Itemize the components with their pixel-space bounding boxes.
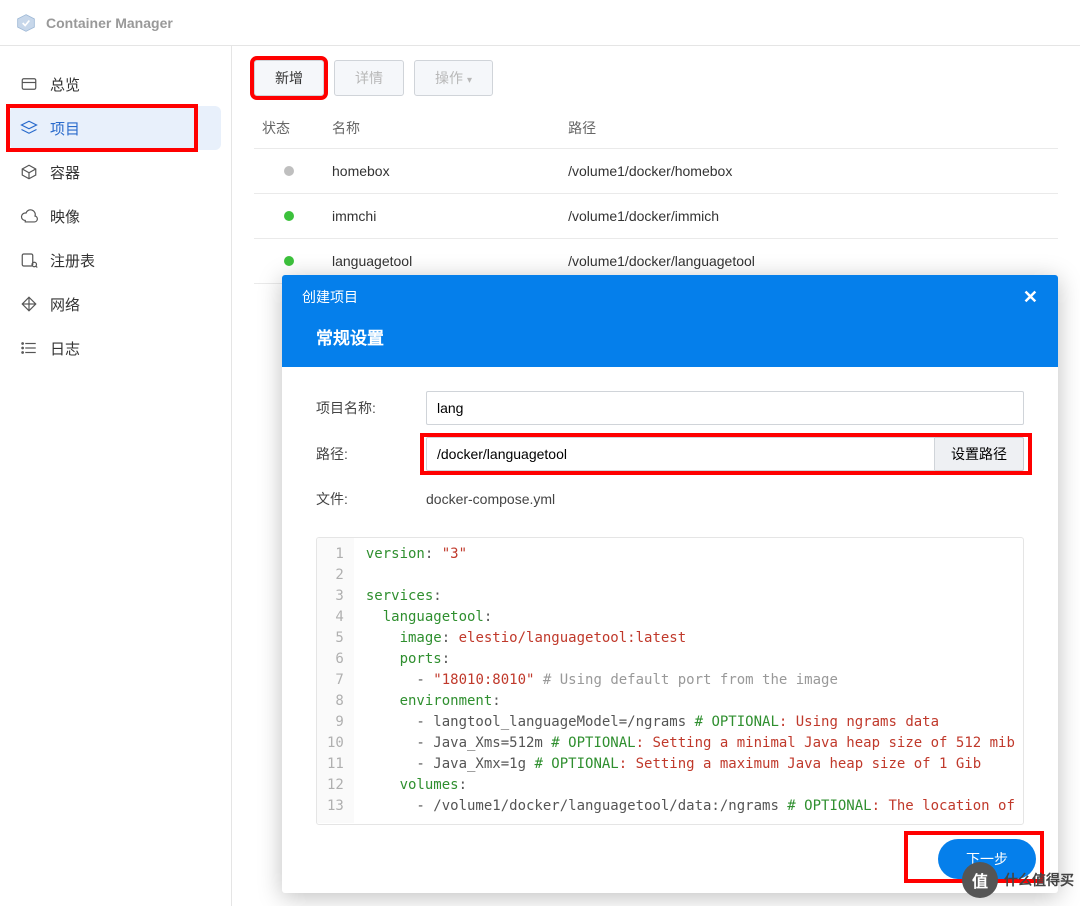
sidebar-item-registry[interactable]: 注册表 xyxy=(0,238,231,282)
col-status: 状态 xyxy=(254,108,324,149)
cell-name: homebox xyxy=(324,149,560,194)
watermark: 值 什么值得买 xyxy=(962,862,1074,898)
toolbar: 新增 详情 操作▾ xyxy=(254,60,1058,96)
list-icon xyxy=(20,339,38,357)
label-file: 文件: xyxy=(316,489,426,509)
watermark-badge: 值 xyxy=(962,862,998,898)
set-path-button[interactable]: 设置路径 xyxy=(935,437,1024,471)
app-title: Container Manager xyxy=(46,15,173,31)
sidebar-item-overview[interactable]: 总览 xyxy=(0,62,231,106)
sidebar-item-label: 映像 xyxy=(50,206,80,227)
yaml-editor[interactable]: 1 2 3 4 5 6 7 8 9 10 11 12 13 version: "… xyxy=(316,537,1024,825)
sidebar: 总览 项目 容器 映像 注册表 网络 日志 xyxy=(0,46,232,906)
sidebar-item-image[interactable]: 映像 xyxy=(0,194,231,238)
sidebar-item-project[interactable]: 项目 xyxy=(10,106,221,150)
sidebar-item-label: 注册表 xyxy=(50,250,95,271)
titlebar: Container Manager xyxy=(0,0,1080,46)
cell-name: immchi xyxy=(324,194,560,239)
label-project-name: 项目名称: xyxy=(316,398,426,418)
sidebar-item-label: 日志 xyxy=(50,338,80,359)
col-path: 路径 xyxy=(560,108,1058,149)
sidebar-item-label: 网络 xyxy=(50,294,80,315)
status-dot xyxy=(284,166,294,176)
sidebar-item-container[interactable]: 容器 xyxy=(0,150,231,194)
modal-title: 创建项目 xyxy=(302,287,358,308)
sidebar-item-log[interactable]: 日志 xyxy=(0,326,231,370)
table-row[interactable]: homebox /volume1/docker/homebox xyxy=(254,149,1058,194)
cloud-icon xyxy=(20,207,38,225)
modal-titlebar: 创建项目 ✕ xyxy=(282,275,1058,320)
detail-button[interactable]: 详情 xyxy=(334,60,404,96)
sidebar-item-network[interactable]: 网络 xyxy=(0,282,231,326)
table-row[interactable]: immchi /volume1/docker/immich xyxy=(254,194,1058,239)
watermark-text: 什么值得买 xyxy=(1004,870,1074,890)
status-dot xyxy=(284,211,294,221)
registry-icon xyxy=(20,251,38,269)
network-icon xyxy=(20,295,38,313)
layers-icon xyxy=(20,119,38,137)
project-table: 状态 名称 路径 homebox /volume1/docker/homebox… xyxy=(254,108,1058,284)
project-name-input[interactable] xyxy=(426,391,1024,425)
cell-path: /volume1/docker/immich xyxy=(560,194,1058,239)
sidebar-item-label: 容器 xyxy=(50,162,80,183)
sidebar-item-label: 项目 xyxy=(50,118,80,139)
path-input[interactable] xyxy=(426,437,935,471)
status-dot xyxy=(284,256,294,266)
add-button[interactable]: 新增 xyxy=(254,60,324,96)
col-name: 名称 xyxy=(324,108,560,149)
create-project-modal: 创建项目 ✕ 常规设置 项目名称: 路径: 设置路径 文件: docker-co… xyxy=(282,275,1058,893)
app-logo-icon xyxy=(16,13,36,33)
modal-subtitle: 常规设置 xyxy=(282,320,1058,367)
sidebar-item-label: 总览 xyxy=(50,74,80,95)
chevron-down-icon: ▾ xyxy=(467,75,472,86)
dashboard-icon xyxy=(20,75,38,93)
action-dropdown[interactable]: 操作▾ xyxy=(414,60,493,96)
close-icon[interactable]: ✕ xyxy=(1023,287,1038,308)
file-value: docker-compose.yml xyxy=(426,483,555,515)
cube-icon xyxy=(20,163,38,181)
cell-path: /volume1/docker/homebox xyxy=(560,149,1058,194)
label-path: 路径: xyxy=(316,444,426,464)
